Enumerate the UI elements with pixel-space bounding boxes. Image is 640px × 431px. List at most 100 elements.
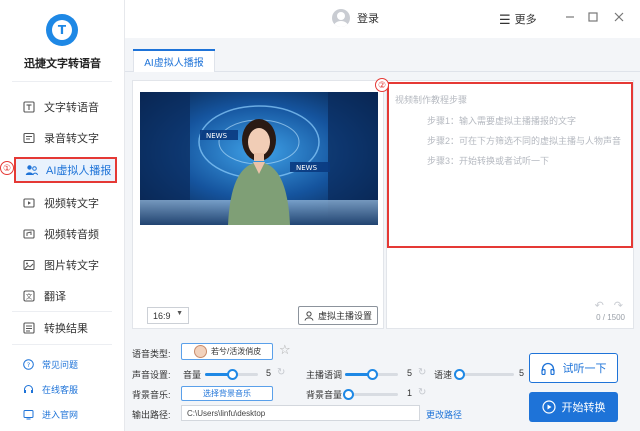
listen-button[interactable]: 试听一下	[529, 353, 618, 383]
more-menu-button[interactable]: ☰ 更多	[499, 11, 537, 27]
slider-knob[interactable]	[454, 369, 465, 380]
title-bar: 登录 ☰ 更多	[125, 0, 640, 38]
app-logo: T	[46, 14, 78, 46]
speed-value: 5	[519, 368, 525, 378]
image-to-text-icon	[22, 258, 36, 272]
output-path-field[interactable]: C:\Users\linfu\desktop	[181, 405, 420, 421]
reset-icon[interactable]: ↻	[277, 367, 285, 378]
online-support-link[interactable]: 在线客服	[22, 383, 78, 396]
video-to-text-icon	[22, 196, 36, 210]
bg-music-label: 背景音乐:	[132, 390, 171, 400]
undo-icon[interactable]: ↶	[595, 299, 604, 312]
star-icon[interactable]: ☆	[279, 343, 291, 356]
tutorial-step: 步骤3：开始转换或者试听一下	[427, 156, 550, 166]
reset-icon[interactable]: ↻	[418, 367, 426, 378]
tutorial-step: 步骤1：输入需要虚拟主播播报的文字	[427, 116, 577, 126]
start-convert-button[interactable]: 开始转换	[529, 392, 618, 422]
sidebar-item-video-to-text[interactable]: 视频转文字	[22, 192, 99, 214]
app-name: 迅捷文字转语音	[24, 58, 101, 70]
maximize-icon	[588, 12, 598, 22]
output-path-label: 输出路径:	[132, 410, 171, 420]
slider-knob[interactable]	[343, 389, 354, 400]
volume-value: 5	[266, 368, 272, 378]
speed-label: 语速	[434, 370, 453, 380]
sidebar-item-virtual-anchor[interactable]: AI虚拟人播报	[14, 157, 117, 183]
sidebar: T 迅捷文字转语音 文字转语音 录音转文字 AI虚拟人播报 ① 视频转文字 视频…	[0, 0, 125, 431]
sidebar-item-video-to-audio[interactable]: 视频转音频	[22, 223, 99, 245]
bg-volume-label: 背景音量	[306, 390, 343, 400]
redo-icon[interactable]: ↷	[614, 299, 623, 312]
maximize-button[interactable]	[586, 10, 600, 24]
svg-text:?: ?	[26, 361, 29, 369]
help-link[interactable]: ? 常见问题	[22, 358, 78, 371]
text-input-panel[interactable]: ② 视频制作教程步骤 步骤1：输入需要虚拟主播播报的文字 步骤2：可在下方筛选不…	[375, 78, 634, 329]
close-button[interactable]	[612, 10, 626, 24]
login-button[interactable]: 登录	[332, 9, 379, 27]
help-icon: ?	[22, 359, 34, 371]
voice-type-label: 语音类型:	[132, 349, 171, 359]
text-input-highlight[interactable]: ② 视频制作教程步骤 步骤1：输入需要虚拟主播播报的文字 步骤2：可在下方筛选不…	[375, 78, 633, 248]
pitch-slider[interactable]	[345, 369, 398, 380]
sidebar-item-text-to-speech[interactable]: 文字转语音	[22, 96, 99, 118]
voice-name: 若兮/活泼俏皮	[211, 347, 262, 356]
select-music-button[interactable]: 选择背景音乐	[181, 386, 273, 401]
sidebar-item-label: 视频转音频	[44, 229, 99, 241]
voice-select-button[interactable]: 若兮/活泼俏皮	[181, 343, 273, 360]
tab-virtual-anchor[interactable]: AI虚拟人播报	[133, 49, 215, 72]
voice-avatar	[194, 345, 207, 358]
sidebar-item-results[interactable]: 转换结果	[22, 317, 88, 339]
recording-to-text-icon	[22, 131, 36, 145]
help-link-label: 常见问题	[42, 360, 79, 370]
tutorial-step: 步骤2：可在下方筛选不同的虚拟主播与人物声音	[427, 136, 622, 146]
close-icon	[614, 12, 624, 22]
slider-knob[interactable]	[367, 369, 378, 380]
annotation-marker-2: ②	[375, 78, 389, 92]
svg-text:NEWS: NEWS	[296, 164, 318, 172]
avatar	[332, 9, 350, 27]
sidebar-item-label: 翻译	[44, 291, 66, 303]
login-label: 登录	[357, 13, 379, 25]
more-label: 更多	[514, 14, 537, 26]
aspect-ratio-select[interactable]: 16:9 ▼	[147, 307, 189, 324]
change-path-link[interactable]: 更改路径	[426, 408, 462, 421]
sound-settings-label: 声音设置:	[132, 370, 171, 380]
sidebar-item-label: 录音转文字	[44, 133, 99, 145]
volume-label: 音量	[183, 370, 202, 380]
video-preview-panel: NEWS NEWS 16:9 ▼ 虚拟主播设置	[132, 80, 384, 329]
undo-redo-controls: ↶ ↷	[595, 299, 623, 312]
volume-slider[interactable]	[205, 369, 258, 380]
settings-panel: 语音类型: 若兮/活泼俏皮 ☆ 声音设置: 音量 5 ↻ 主播语调 5 ↻ 语速…	[125, 336, 640, 431]
sidebar-item-translate[interactable]: 文 翻译	[22, 285, 66, 307]
divider	[12, 81, 112, 82]
chevron-down-icon: ▼	[176, 310, 183, 317]
sidebar-item-label: AI虚拟人播报	[46, 165, 112, 177]
anchor-settings-label: 虚拟主播设置	[317, 311, 372, 321]
bg-volume-slider[interactable]	[343, 389, 398, 400]
results-icon	[22, 321, 36, 335]
minimize-button[interactable]	[563, 10, 577, 24]
sidebar-item-recording-to-text[interactable]: 录音转文字	[22, 127, 99, 149]
speed-slider[interactable]	[454, 369, 514, 380]
bg-volume-value: 1	[407, 388, 413, 398]
website-link[interactable]: 进入官网	[22, 408, 78, 421]
minimize-icon	[566, 16, 574, 18]
divider	[12, 311, 112, 312]
translate-icon: 文	[22, 289, 36, 303]
output-path-value: C:\Users\linfu\desktop	[187, 408, 266, 418]
person-icon	[304, 310, 314, 321]
reset-icon[interactable]: ↻	[418, 387, 426, 398]
virtual-anchor-preview: NEWS NEWS	[140, 92, 378, 225]
text-to-speech-icon	[22, 100, 36, 114]
sidebar-item-label: 文字转语音	[44, 102, 99, 114]
menu-icon: ☰	[499, 11, 511, 27]
website-link-label: 进入官网	[42, 410, 79, 420]
divider	[12, 344, 112, 345]
sidebar-item-label: 图片转文字	[44, 260, 99, 272]
sidebar-item-label: 视频转文字	[44, 198, 99, 210]
virtual-anchor-icon	[24, 163, 38, 177]
slider-knob[interactable]	[227, 369, 238, 380]
sidebar-item-image-to-text[interactable]: 图片转文字	[22, 254, 99, 276]
website-icon	[22, 409, 34, 421]
tutorial-title: 视频制作教程步骤	[395, 95, 468, 105]
anchor-settings-button[interactable]: 虚拟主播设置	[298, 306, 378, 325]
